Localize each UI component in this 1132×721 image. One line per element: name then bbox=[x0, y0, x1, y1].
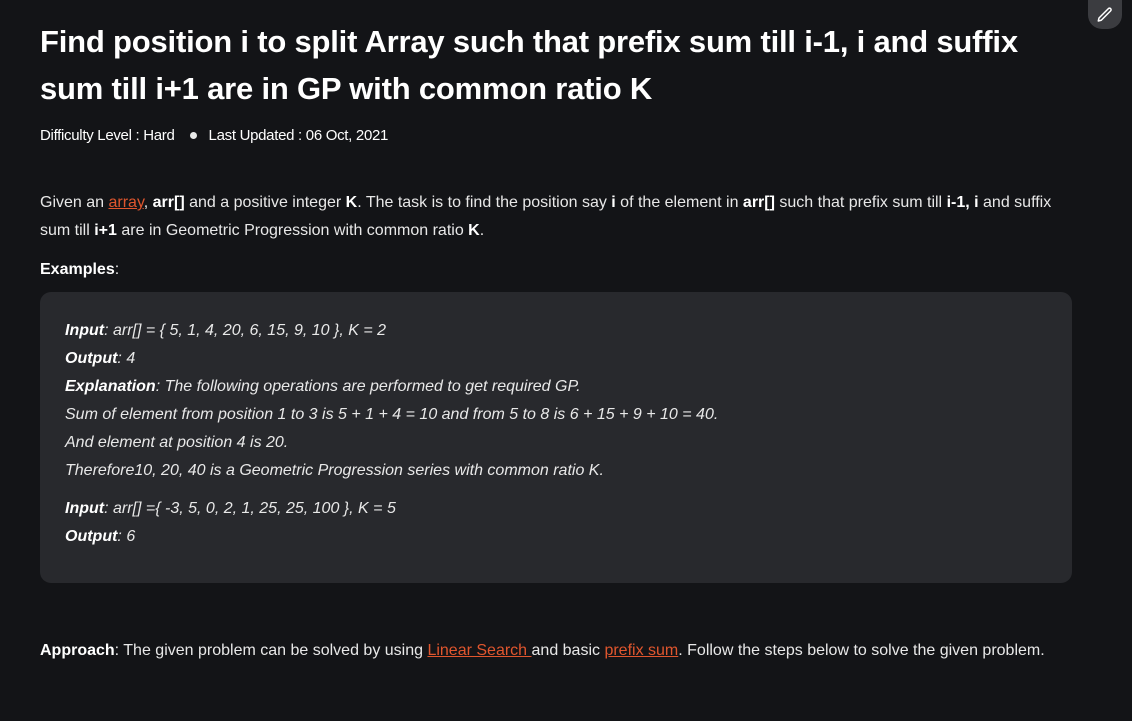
article-meta: Difficulty Level : Hard Last Updated : 0… bbox=[40, 127, 388, 144]
article-title: Find position i to split Array such that… bbox=[40, 24, 1018, 106]
text: . Follow the steps below to solve the gi… bbox=[678, 642, 1045, 659]
example-explanation-line: Explanation: The following operations ar… bbox=[65, 373, 718, 401]
example-2: Input: arr[] ={ -3, 5, 0, 2, 1, 25, 25, … bbox=[65, 495, 396, 551]
example-output-line: Output: 4 bbox=[65, 345, 718, 373]
examples-heading: Examples: bbox=[40, 256, 119, 284]
explanation-label: Explanation bbox=[65, 378, 156, 395]
linear-search-link[interactable]: Linear Search bbox=[427, 642, 531, 659]
problem-statement: Given an array, arr[] and a positive int… bbox=[40, 189, 1060, 245]
text: and a positive integer bbox=[184, 194, 346, 211]
text: : The given problem can be solved by usi… bbox=[114, 642, 428, 659]
bullet-dot-icon bbox=[189, 132, 197, 139]
bold-text: arr[] bbox=[152, 194, 185, 211]
text: . The task is to find the position say bbox=[357, 194, 612, 211]
bold-text: i+1 bbox=[94, 222, 117, 239]
array-link[interactable]: array bbox=[108, 194, 143, 211]
difficulty-level: Difficulty Level : Hard bbox=[40, 127, 175, 144]
input-label: Input bbox=[65, 500, 105, 517]
input-value: : arr[] = { 5, 1, 4, 20, 6, 15, 9, 10 },… bbox=[104, 322, 387, 339]
text: . bbox=[479, 222, 485, 239]
approach-label: Approach bbox=[40, 642, 115, 659]
explanation-value: : The following operations are performed… bbox=[155, 378, 581, 395]
edit-button[interactable] bbox=[1088, 0, 1122, 29]
examples-box: Input: arr[] = { 5, 1, 4, 20, 6, 15, 9, … bbox=[40, 292, 1072, 583]
bold-text: arr[] bbox=[742, 194, 775, 211]
text: are in Geometric Progression with common… bbox=[116, 222, 469, 239]
example-input-line: Input: arr[] ={ -3, 5, 0, 2, 1, 25, 25, … bbox=[65, 495, 396, 523]
input-value: : arr[] ={ -3, 5, 0, 2, 1, 25, 25, 100 }… bbox=[104, 500, 396, 517]
last-updated: Last Updated : 06 Oct, 2021 bbox=[208, 127, 389, 144]
text: Given an bbox=[40, 194, 109, 211]
text: and basic bbox=[531, 642, 605, 659]
text: : bbox=[114, 261, 120, 278]
article-page: Find position i to split Array such that… bbox=[0, 0, 1132, 721]
explanation-line: And element at position 4 is 20. bbox=[65, 434, 289, 451]
output-value: : 4 bbox=[117, 350, 136, 367]
example-input-line: Input: arr[] = { 5, 1, 4, 20, 6, 15, 9, … bbox=[65, 317, 718, 345]
text: of the element in bbox=[615, 194, 743, 211]
explanation-line: Therefore10, 20, 40 is a Geometric Progr… bbox=[65, 462, 604, 479]
text: , bbox=[143, 194, 153, 211]
pencil-icon bbox=[1097, 6, 1112, 22]
example-1: Input: arr[] = { 5, 1, 4, 20, 6, 15, 9, … bbox=[65, 317, 718, 485]
example-output-line: Output: 6 bbox=[65, 523, 396, 551]
bold-text: K bbox=[345, 194, 358, 211]
explanation-line: Sum of element from position 1 to 3 is 5… bbox=[65, 406, 719, 423]
examples-label: Examples bbox=[40, 261, 115, 278]
output-value: : 6 bbox=[117, 528, 136, 545]
prefix-sum-link[interactable]: prefix sum bbox=[604, 642, 678, 659]
output-label: Output bbox=[65, 528, 118, 545]
bold-text: K bbox=[468, 222, 480, 239]
approach-paragraph: Approach: The given problem can be solve… bbox=[40, 637, 1060, 665]
input-label: Input bbox=[65, 322, 105, 339]
output-label: Output bbox=[65, 350, 118, 367]
bold-text: i-1, i bbox=[946, 194, 979, 211]
text: such that prefix sum till bbox=[774, 194, 947, 211]
